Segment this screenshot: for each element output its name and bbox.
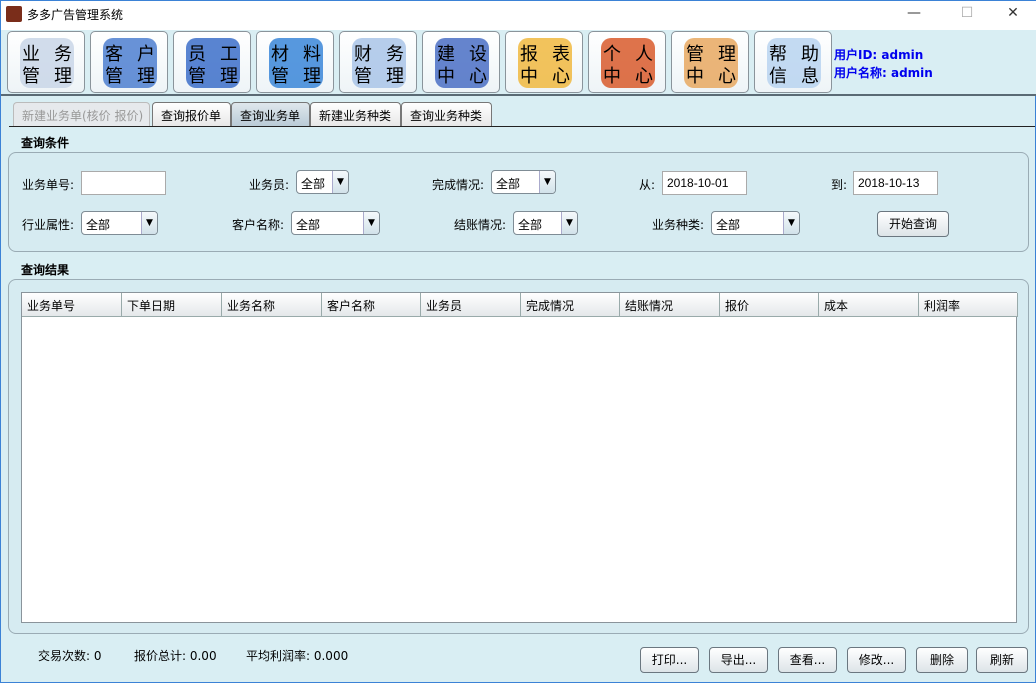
completion-select[interactable]: 全部 ▼ [491, 170, 556, 194]
completion-label: 完成情况: [432, 176, 484, 193]
tab-query-quote[interactable]: 查询报价单 [152, 102, 231, 127]
type-label: 业务种类: [652, 216, 704, 233]
toolbar-label: 管理 [340, 62, 417, 88]
app-icon [6, 6, 22, 22]
customer-value: 全部 [296, 216, 320, 233]
staff-select[interactable]: 全部 ▼ [296, 170, 349, 194]
toolbar-button-business[interactable]: 业务管理 [7, 31, 85, 93]
chevron-down-icon: ▼ [783, 212, 799, 234]
toolbar-button-construction[interactable]: 建设中心 [422, 31, 500, 93]
from-label: 从: [639, 176, 655, 193]
results-title: 查询结果 [21, 261, 69, 278]
settle-label: 结账情况: [454, 216, 506, 233]
maximize-button[interactable]: ☐ [952, 5, 982, 25]
quote-total: 报价总计: 0.00 [134, 647, 217, 664]
toolbar-button-report[interactable]: 报表中心 [505, 31, 583, 93]
column-header[interactable]: 结账情况 [620, 293, 720, 317]
chevron-down-icon: ▼ [539, 171, 555, 193]
avg-profit-rate: 平均利润率: 0.000 [246, 647, 348, 664]
toolbar-label: 中心 [423, 62, 500, 88]
search-button[interactable]: 开始查询 [877, 211, 949, 237]
title-bar: 多多广告管理系统 — ☐ ✕ [1, 0, 1036, 30]
type-value: 全部 [716, 216, 740, 233]
from-date-input[interactable] [662, 171, 747, 195]
column-header[interactable]: 完成情况 [521, 293, 620, 317]
settle-value: 全部 [518, 216, 542, 233]
column-header[interactable]: 业务员 [421, 293, 521, 317]
column-header[interactable]: 下单日期 [122, 293, 222, 317]
user-id: 用户ID: admin [834, 46, 933, 64]
view-button[interactable]: 查看... [778, 647, 837, 673]
refresh-button[interactable]: 刷新 [976, 647, 1028, 673]
completion-value: 全部 [496, 175, 520, 192]
tab-new-type[interactable]: 新建业务种类 [310, 102, 401, 127]
toolbar-button-material[interactable]: 材料管理 [256, 31, 334, 93]
toolbar-button-personal[interactable]: 个人中心 [588, 31, 666, 93]
tab-new-order[interactable]: 新建业务单(核价 报价) [13, 102, 150, 127]
toolbar-label: 管理 [91, 62, 168, 88]
export-button[interactable]: 导出... [709, 647, 768, 673]
industry-select[interactable]: 全部 ▼ [81, 211, 158, 235]
order-no-label: 业务单号: [22, 176, 74, 193]
window-title: 多多广告管理系统 [27, 6, 123, 23]
column-header[interactable]: 报价 [720, 293, 819, 317]
toolbar-label: 中心 [589, 62, 666, 88]
chevron-down-icon: ▼ [561, 212, 577, 234]
customer-select[interactable]: 全部 ▼ [291, 211, 380, 235]
column-header[interactable]: 客户名称 [322, 293, 421, 317]
toolbar-label: 中心 [672, 62, 749, 88]
toolbar-label: 中心 [506, 62, 583, 88]
chevron-down-icon: ▼ [141, 212, 157, 234]
chevron-down-icon: ▼ [332, 171, 348, 193]
print-button[interactable]: 打印... [640, 647, 699, 673]
tab-query-type[interactable]: 查询业务种类 [401, 102, 492, 127]
settle-select[interactable]: 全部 ▼ [513, 211, 578, 235]
column-header[interactable]: 利润率 [919, 293, 1018, 317]
chevron-down-icon: ▼ [363, 212, 379, 234]
toolbar-button-staff[interactable]: 员工管理 [173, 31, 251, 93]
column-header[interactable]: 业务单号 [22, 293, 122, 317]
toolbar-label: 信息 [755, 62, 832, 88]
toolbar-button-admin[interactable]: 管理中心 [671, 31, 749, 93]
results-table[interactable]: 业务单号下单日期业务名称客户名称业务员完成情况结账情况报价成本利润率 [21, 292, 1017, 623]
tab-query-order[interactable]: 查询业务单 [231, 102, 310, 127]
order-no-input[interactable] [81, 171, 166, 195]
staff-label: 业务员: [249, 176, 289, 193]
user-name: 用户名称: admin [834, 64, 933, 82]
to-date-input[interactable] [853, 171, 938, 195]
industry-value: 全部 [86, 216, 110, 233]
toolbar-button-finance[interactable]: 财务管理 [339, 31, 417, 93]
type-select[interactable]: 全部 ▼ [711, 211, 800, 235]
close-button[interactable]: ✕ [998, 5, 1028, 25]
divider [9, 126, 1035, 127]
toolbar-label: 管理 [8, 62, 85, 88]
user-info: 用户ID: admin 用户名称: admin [834, 46, 933, 82]
edit-button[interactable]: 修改... [847, 647, 906, 673]
to-label: 到: [831, 176, 847, 193]
minimize-button[interactable]: — [899, 5, 929, 25]
conditions-title: 查询条件 [21, 134, 69, 151]
delete-button[interactable]: 删除 [916, 647, 968, 673]
column-header[interactable]: 业务名称 [222, 293, 322, 317]
transaction-count: 交易次数: 0 [38, 647, 102, 664]
customer-label: 客户名称: [232, 216, 284, 233]
conditions-group [8, 152, 1029, 252]
staff-value: 全部 [301, 175, 325, 192]
toolbar-button-customer[interactable]: 客户管理 [90, 31, 168, 93]
toolbar-label: 管理 [174, 62, 251, 88]
toolbar-button-help[interactable]: 帮助信息 [754, 31, 832, 93]
industry-label: 行业属性: [22, 216, 74, 233]
toolbar-label: 管理 [257, 62, 334, 88]
column-header[interactable]: 成本 [819, 293, 919, 317]
